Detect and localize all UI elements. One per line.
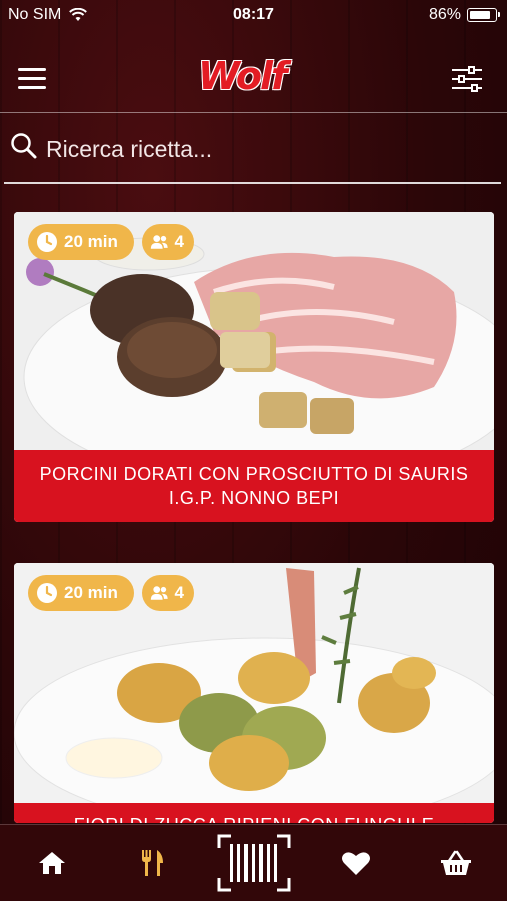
clock-icon bbox=[37, 232, 57, 252]
recipe-title-line: FIORI DI ZUCCA RIPIENI CON FUNGHI E bbox=[74, 813, 435, 823]
recipe-card[interactable]: 20 min 4 PORCINI DORATI CON PROSCIUTTO D… bbox=[14, 212, 494, 522]
recipes-icon bbox=[142, 850, 163, 876]
prep-time-badge: 20 min bbox=[28, 224, 134, 260]
recipe-card[interactable]: 20 min 4 FIORI DI ZUCCA RIPIENI CON FUNG… bbox=[14, 563, 494, 823]
tab-bar bbox=[0, 824, 507, 901]
tab-scan[interactable] bbox=[214, 825, 294, 901]
status-bar: No SIM 08:17 86% bbox=[0, 0, 507, 32]
menu-icon[interactable] bbox=[18, 68, 46, 90]
people-icon bbox=[150, 235, 168, 249]
tab-recipes[interactable] bbox=[126, 825, 178, 901]
servings-value: 4 bbox=[174, 232, 184, 251]
search-icon bbox=[11, 133, 37, 159]
favorites-icon bbox=[342, 852, 370, 875]
servings-badge: 4 bbox=[142, 575, 194, 611]
clock-icon bbox=[37, 583, 57, 603]
tab-basket[interactable] bbox=[430, 825, 482, 901]
recipe-title: PORCINI DORATI CON PROSCIUTTO DI SAURIS … bbox=[14, 450, 494, 522]
app-header: Wolf bbox=[0, 44, 507, 113]
filter-settings-icon[interactable] bbox=[451, 66, 483, 92]
prep-time-value: 20 min bbox=[64, 232, 118, 251]
recipe-title: FIORI DI ZUCCA RIPIENI CON FUNGHI E bbox=[14, 803, 494, 823]
tab-home[interactable] bbox=[26, 825, 78, 901]
servings-value: 4 bbox=[174, 583, 184, 602]
home-icon bbox=[39, 852, 65, 874]
wolf-logo: Wolf bbox=[198, 54, 288, 98]
search-bar bbox=[4, 122, 501, 184]
prep-time-badge: 20 min bbox=[28, 575, 134, 611]
people-icon bbox=[150, 586, 168, 600]
barcode-scan-icon bbox=[217, 834, 291, 892]
search-input[interactable] bbox=[44, 130, 488, 168]
recipe-title-line: I.G.P. NONNO BEPI bbox=[168, 488, 340, 508]
servings-badge: 4 bbox=[142, 224, 194, 260]
tab-favorites[interactable] bbox=[330, 825, 382, 901]
basket-icon bbox=[441, 850, 471, 875]
battery-icon bbox=[467, 8, 500, 22]
prep-time-value: 20 min bbox=[64, 583, 118, 602]
recipe-title-line: PORCINI DORATI CON PROSCIUTTO DI SAURIS bbox=[39, 464, 469, 484]
battery-percent: 86% bbox=[428, 6, 461, 23]
